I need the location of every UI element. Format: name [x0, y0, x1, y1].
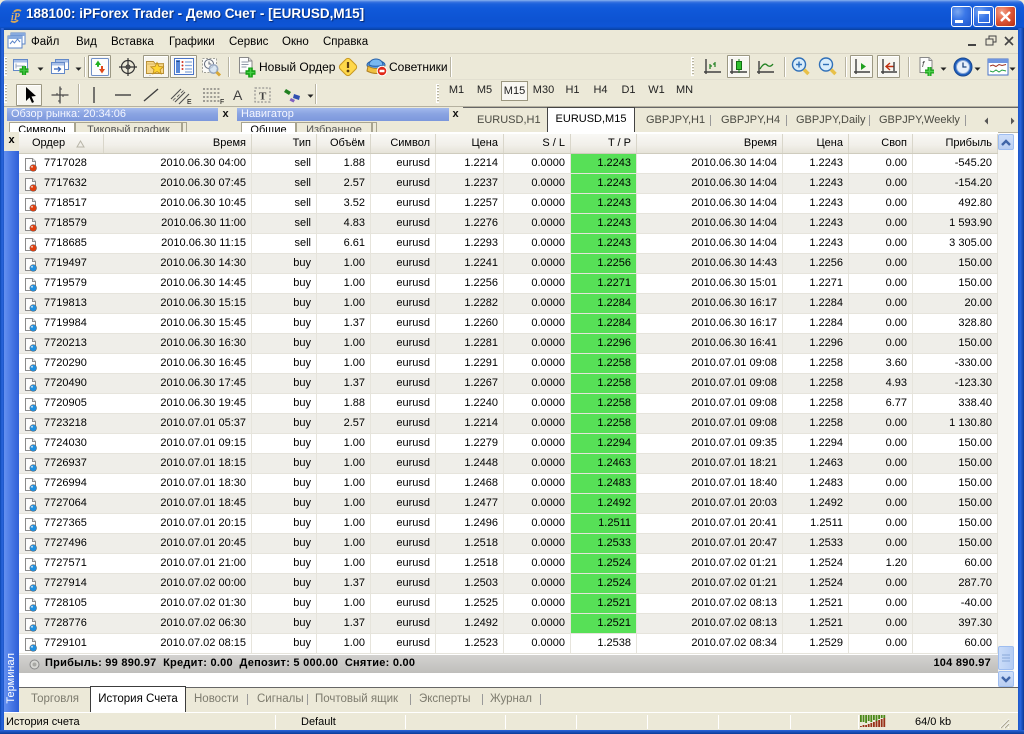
svg-text:F: F: [220, 99, 224, 105]
svg-text:T: T: [259, 91, 267, 103]
svg-text:iP: iP: [11, 12, 21, 23]
svg-text:A: A: [233, 87, 243, 103]
svg-text:E: E: [187, 99, 192, 105]
